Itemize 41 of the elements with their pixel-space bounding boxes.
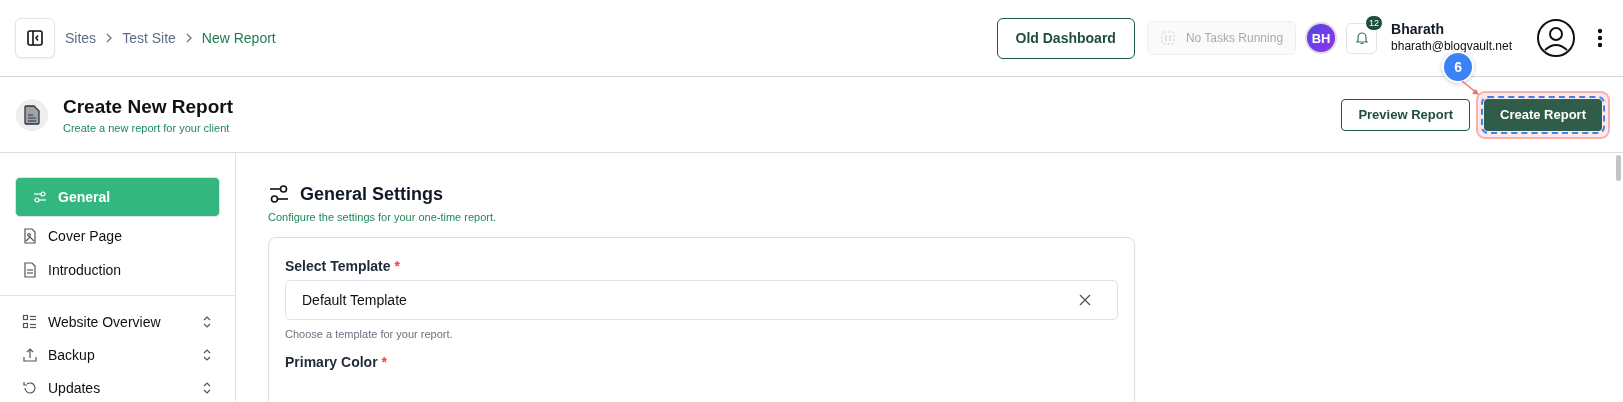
notification-count: 12 [1365, 14, 1384, 31]
sliders-icon [268, 183, 290, 205]
template-select[interactable]: Default Template [285, 280, 1118, 320]
upload-icon [22, 346, 38, 363]
scrollbar[interactable] [1616, 155, 1621, 181]
sidebar-toggle-button[interactable] [15, 18, 55, 58]
field-label: Select Template [285, 258, 391, 274]
sidebar-item[interactable]: Introduction [15, 254, 220, 285]
sidebar-item[interactable]: Updates [15, 372, 220, 402]
grid-icon [22, 313, 38, 330]
field-helper: Choose a template for your report. [285, 328, 454, 340]
field-label: Primary Color [285, 354, 378, 370]
sliders-icon [32, 189, 48, 205]
sidebar-item[interactable]: Backup [15, 339, 220, 370]
required-mark: * [381, 354, 388, 370]
doc-icon [22, 261, 38, 278]
bell-icon [1353, 30, 1370, 46]
profile-icon[interactable] [1536, 18, 1576, 58]
section-subtitle: Configure the settings for your one-time report. [268, 211, 498, 223]
task-icon [1159, 30, 1176, 46]
preview-report-button[interactable]: Preview Report [1341, 98, 1471, 131]
document-icon [16, 98, 48, 131]
notifications-button[interactable] [1346, 22, 1378, 54]
clear-icon[interactable] [1079, 294, 1091, 306]
sidebar-toggle-icon [26, 29, 44, 47]
required-mark: * [394, 258, 400, 274]
more-menu-icon[interactable] [1597, 28, 1603, 48]
page-subtitle: Create a new report for your client [63, 121, 231, 134]
create-report-button[interactable]: Create Report [1484, 98, 1602, 131]
old-dashboard-button[interactable]: Old Dashboard [996, 17, 1135, 59]
breadcrumb-link[interactable]: Test Site [122, 30, 176, 46]
breadcrumb-link[interactable]: New Report [201, 30, 276, 46]
refresh-icon [22, 379, 38, 396]
user-name: Bharath [1391, 21, 1445, 38]
sidebar-item[interactable]: Cover Page [15, 220, 220, 251]
user-avatar[interactable]: BH [1305, 22, 1338, 54]
breadcrumb-link[interactable]: Sites [65, 30, 97, 46]
sidebar-item[interactable]: Website Overview [15, 306, 220, 337]
image-icon [22, 227, 38, 244]
page-title: Create New Report [63, 95, 233, 118]
section-title: General Settings [300, 183, 444, 205]
